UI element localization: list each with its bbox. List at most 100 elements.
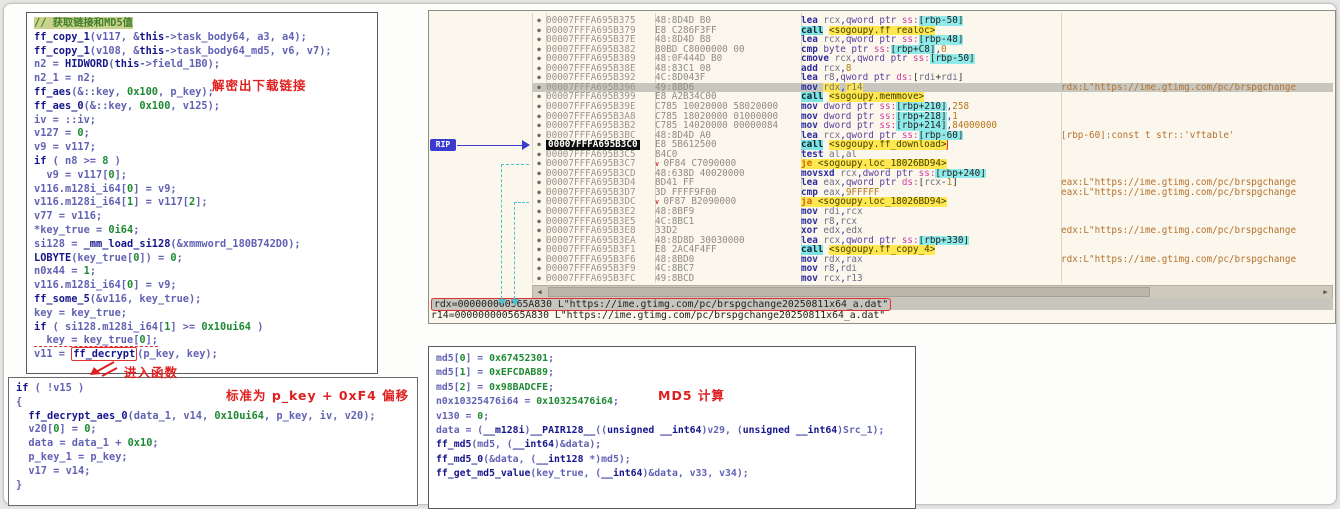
code-line[interactable]: ff_decrypt_aes_0(data_1, v14, 0x10ui64, … <box>16 410 410 424</box>
disasm-row[interactable]: ●00007FFFA695B38948:0F444D B0cmove rcx,q… <box>532 54 1333 64</box>
disasm-row[interactable]: ●00007FFFA695B3C0E8 5B612500call <sogoup… <box>532 140 1333 150</box>
disasm-row[interactable]: ●00007FFFA695B38280BD C8000000 00cmp byt… <box>532 45 1333 55</box>
code-line[interactable]: *key_true = 0i64; <box>34 224 370 238</box>
disasm-row[interactable]: ●00007FFFA695B3BC48:8D4D A0lea rcx,qword… <box>532 131 1333 141</box>
code-line[interactable]: md5[0] = 0x67452301; <box>436 352 908 366</box>
breakpoint-dot[interactable]: ● <box>532 264 546 274</box>
breakpoint-dot[interactable]: ● <box>532 226 546 236</box>
breakpoint-dot[interactable]: ● <box>532 16 546 26</box>
breakpoint-dot[interactable]: ● <box>532 102 546 112</box>
code-line[interactable]: key = key_true[0]; <box>34 334 370 348</box>
breakpoint-dot[interactable]: ● <box>532 169 546 179</box>
disasm-row[interactable]: ●00007FFFA695B38E48:83C1 08add rcx,8 <box>532 64 1333 74</box>
breakpoint-dot[interactable]: ● <box>532 140 546 150</box>
code-line[interactable]: // 获取链接和MD5值 <box>34 17 370 31</box>
scrollbar-thumb[interactable] <box>548 287 1150 297</box>
code-line[interactable]: ff_md5_0(&data, (__int128 *)md5); <box>436 453 908 467</box>
code-line[interactable]: ff_aes(&::key, 0x100, p_key); <box>34 86 370 100</box>
code-line[interactable]: v77 = v116; <box>34 210 370 224</box>
disasm-row[interactable]: ●00007FFFA695B3F648:8BD0mov rdx,raxrdx:L… <box>532 255 1333 265</box>
disasm-row[interactable]: ●00007FFFA695B3FC49:8BCDmov rcx,r13 <box>532 274 1333 284</box>
code-line[interactable]: si128 = _mm_load_si128(&xmmword_180B742D… <box>34 238 370 252</box>
disasm-row[interactable]: ●00007FFFA695B37E48:8D4D B8lea rcx,qword… <box>532 35 1333 45</box>
code-line[interactable]: md5[1] = 0xEFCDAB89; <box>436 366 908 380</box>
code-line[interactable]: LOBYTE(key_true[0]) = 0; <box>34 252 370 266</box>
breakpoint-dot[interactable]: ● <box>532 64 546 74</box>
breakpoint-dot[interactable]: ● <box>532 121 546 131</box>
breakpoint-dot[interactable]: ● <box>532 274 546 284</box>
disasm-row[interactable]: ●00007FFFA695B3C7∨ 0F84 C7090000je <sogo… <box>532 159 1333 169</box>
breakpoint-dot[interactable]: ● <box>532 178 546 188</box>
bytes-cell: 4C:8BC1 <box>655 217 801 227</box>
breakpoint-dot[interactable]: ● <box>532 159 546 169</box>
code-line[interactable]: data = data_1 + 0x10; <box>16 437 410 451</box>
disasm-row[interactable]: ●00007FFFA695B3E54C:8BC1mov r8,rcx <box>532 217 1333 227</box>
status-register-line[interactable]: rdx=000000000565A830 L"https://ime.gtimg… <box>431 298 1333 310</box>
disasm-row[interactable]: ●00007FFFA695B399E8 A2B34C00call <sogoup… <box>532 92 1333 102</box>
code-line[interactable]: ff_copy_1(v117, &this->task_body64, a3, … <box>34 31 370 45</box>
code-line[interactable]: v9 = v117[0]; <box>34 169 370 183</box>
breakpoint-dot[interactable]: ● <box>532 92 546 102</box>
breakpoint-dot[interactable]: ● <box>532 112 546 122</box>
code-line[interactable]: v9 = v117; <box>34 141 370 155</box>
breakpoint-dot[interactable]: ● <box>532 217 546 227</box>
horizontal-scrollbar[interactable]: ◀ ▶ <box>532 285 1333 299</box>
breakpoint-dot[interactable]: ● <box>532 197 546 207</box>
disasm-row[interactable]: ●00007FFFA695B3924C:8D043Flea r8,qword p… <box>532 73 1333 83</box>
disasm-row[interactable]: ●00007FFFA695B3D48D41 FFlea eax,qword pt… <box>532 178 1333 188</box>
breakpoint-dot[interactable]: ● <box>532 45 546 55</box>
disasm-row[interactable]: ●00007FFFA695B3CD48:638D 40020000movsxd … <box>532 169 1333 179</box>
code-line[interactable]: v116.m128i_i64[1] = v117[2]; <box>34 196 370 210</box>
code-line[interactable]: } <box>16 479 410 493</box>
disasm-row[interactable]: ●00007FFFA695B379E8 C286F3FFcall <sogoup… <box>532 26 1333 36</box>
disasm-row[interactable]: ●00007FFFA695B3E833D2xor edx,edxedx:L"ht… <box>532 226 1333 236</box>
disasm-row[interactable]: ●00007FFFA695B37548:8D4D B0lea rcx,qword… <box>532 16 1333 26</box>
breakpoint-dot[interactable]: ● <box>532 150 546 160</box>
code-line[interactable]: v116.m128i_i64[0] = v9; <box>34 183 370 197</box>
code-line[interactable]: data = (__m128i)__PAIR128__((unsigned __… <box>436 424 908 438</box>
disasm-row[interactable]: ●00007FFFA695B3D73D FFFF9F00cmp eax,9FFF… <box>532 188 1333 198</box>
disasm-row[interactable]: ●00007FFFA695B39649:8BD6mov rdx,r14rdx:L… <box>532 83 1333 93</box>
status-register-line[interactable]: r14=000000000565A830 L"https://ime.gtimg… <box>431 310 1333 322</box>
code-line[interactable]: ff_get_md5_value(key_true, (__int64)&dat… <box>436 467 908 481</box>
code-line[interactable]: ff_aes_0(&::key, 0x100, v125); <box>34 100 370 114</box>
code-line[interactable]: ff_some_5(&v116, key_true); <box>34 293 370 307</box>
breakpoint-dot[interactable]: ● <box>532 35 546 45</box>
code-line[interactable]: v116.m128i_i64[0] = v9; <box>34 279 370 293</box>
code-line[interactable]: if ( si128.m128i_i64[1] >= 0x10ui64 ) <box>34 321 370 335</box>
disasm-row[interactable]: ●00007FFFA695B3F1E8 2AC4F4FFcall <sogoup… <box>532 245 1333 255</box>
breakpoint-dot[interactable]: ● <box>532 255 546 265</box>
code-line[interactable]: ff_copy_1(v108, &this->task_body64_md5, … <box>34 45 370 59</box>
breakpoint-dot[interactable]: ● <box>532 236 546 246</box>
disasm-row[interactable]: ●00007FFFA695B3C584C0test al,al <box>532 150 1333 160</box>
code-line[interactable]: n2 = HIDWORD(this->field_1B0); <box>34 58 370 72</box>
code-line[interactable]: v17 = v14; <box>16 465 410 479</box>
scroll-left-button[interactable]: ◀ <box>533 288 546 296</box>
code-line[interactable]: v20[0] = 0; <box>16 423 410 437</box>
breakpoint-dot[interactable]: ● <box>532 131 546 141</box>
code-line[interactable]: if ( n8 >= 8 ) <box>34 155 370 169</box>
disasm-row[interactable]: ●00007FFFA695B3F94C:8BC7mov r8,rdi <box>532 264 1333 274</box>
code-line[interactable]: n0x44 = 1; <box>34 265 370 279</box>
code-line[interactable]: n2_1 = n2; <box>34 72 370 86</box>
breakpoint-dot[interactable]: ● <box>532 73 546 83</box>
scroll-right-button[interactable]: ▶ <box>1319 288 1332 296</box>
disasm-row[interactable]: ●00007FFFA695B39EC785 10020000 58020000m… <box>532 102 1333 112</box>
code-line[interactable]: v130 = 0; <box>436 410 908 424</box>
disasm-row[interactable]: ●00007FFFA695B3DC∨ 0F87 B2090000ja <sogo… <box>532 197 1333 207</box>
disasm-row[interactable]: ●00007FFFA695B3B2C785 14020000 00000084m… <box>532 121 1333 131</box>
code-line[interactable]: v127 = 0; <box>34 127 370 141</box>
breakpoint-dot[interactable]: ● <box>532 54 546 64</box>
breakpoint-dot[interactable]: ● <box>532 188 546 198</box>
code-line[interactable]: key = key_true; <box>34 307 370 321</box>
disasm-row[interactable]: ●00007FFFA695B3E248:8BF9mov rdi,rcx <box>532 207 1333 217</box>
code-line[interactable]: p_key_1 = p_key; <box>16 451 410 465</box>
breakpoint-dot[interactable]: ● <box>532 26 546 36</box>
code-line[interactable]: iv = ::iv; <box>34 114 370 128</box>
breakpoint-dot[interactable]: ● <box>532 83 546 93</box>
disasm-row[interactable]: ●00007FFFA695B3A8C785 18020000 01000000m… <box>532 112 1333 122</box>
disasm-row[interactable]: ●00007FFFA695B3EA48:8D8D 30030000lea rcx… <box>532 236 1333 246</box>
breakpoint-dot[interactable]: ● <box>532 245 546 255</box>
breakpoint-dot[interactable]: ● <box>532 207 546 217</box>
code-line[interactable]: ff_md5(md5, (__int64)&data); <box>436 438 908 452</box>
